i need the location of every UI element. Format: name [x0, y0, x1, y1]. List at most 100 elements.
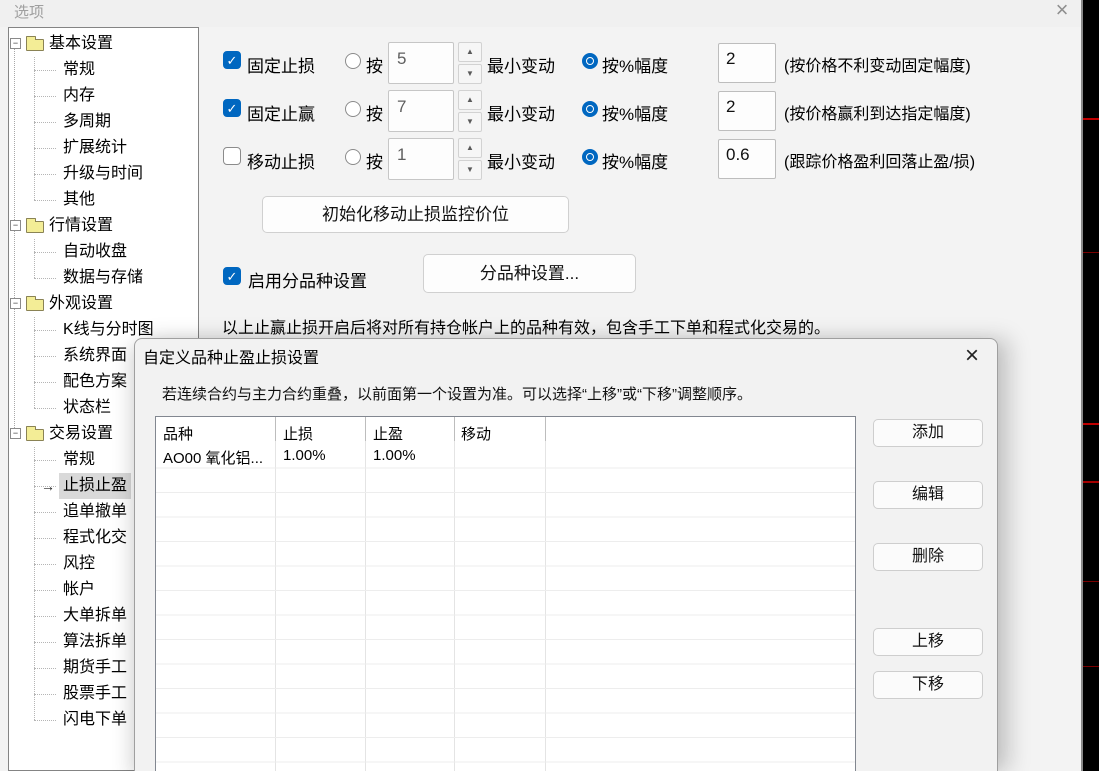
- tree-node-market-settings[interactable]: − 行情设置: [9, 213, 198, 239]
- percent-input[interactable]: 2: [718, 43, 776, 83]
- row-note: (跟踪价格盈利回落止盈/损): [784, 154, 976, 171]
- column-header-symbol[interactable]: 品种: [163, 423, 193, 444]
- tree-label: 大单拆单: [63, 607, 128, 624]
- per-symbol-settings-button[interactable]: 分品种设置...: [423, 254, 636, 293]
- move-down-button[interactable]: 下移: [873, 671, 983, 699]
- background-chart-red-line: [1083, 581, 1099, 582]
- background-chart-red-line: [1083, 118, 1099, 120]
- table-row[interactable]: AO00 氧化铝... 1.00% 1.00%: [156, 444, 855, 468]
- check-icon: ✓: [226, 269, 238, 284]
- folder-icon: [26, 218, 44, 233]
- delete-button[interactable]: 删除: [873, 543, 983, 571]
- tree-label: 数据与存储: [63, 269, 144, 286]
- fixed-takeprofit-label: 固定止赢: [247, 105, 315, 124]
- window-close-icon[interactable]: ×: [1044, 0, 1080, 24]
- points-input[interactable]: 5: [388, 42, 454, 84]
- expander-minus-icon[interactable]: −: [10, 220, 21, 231]
- check-icon: ✓: [226, 101, 238, 116]
- cell-takeprofit: 1.00%: [373, 447, 416, 464]
- spin-up-icon[interactable]: ▲: [458, 42, 482, 62]
- table-grid-lines: [156, 444, 855, 771]
- row-note: (按价格不利变动固定幅度): [784, 58, 971, 75]
- window-title: 选项: [14, 4, 45, 21]
- tree-label: 帐户: [63, 581, 96, 598]
- selected-arrow-icon: →: [41, 478, 55, 494]
- tree-label: 其他: [63, 191, 96, 208]
- fixed-takeprofit-checkbox[interactable]: ✓: [223, 99, 241, 117]
- by-percent-label: 按%幅度: [602, 105, 669, 124]
- by-points-radio[interactable]: [345, 53, 361, 69]
- tree-label: 追单撤单: [63, 503, 128, 520]
- column-header-stoploss[interactable]: 止损: [283, 423, 313, 444]
- spin-down-icon[interactable]: ▼: [458, 160, 482, 180]
- fixed-stoploss-checkbox[interactable]: ✓: [223, 51, 241, 69]
- trailing-stoploss-label: 移动止损: [247, 153, 315, 172]
- tree-item-qita[interactable]: 其他: [9, 187, 198, 213]
- min-change-label: 最小变动: [487, 105, 555, 124]
- column-header-takeprofit[interactable]: 止盈: [373, 423, 403, 444]
- by-percent-radio[interactable]: [582, 53, 598, 69]
- tree-label: 交易设置: [49, 425, 114, 442]
- by-points-radio[interactable]: [345, 149, 361, 165]
- edit-button[interactable]: 编辑: [873, 481, 983, 509]
- background-chart-red-line: [1083, 423, 1099, 425]
- tree-label: 常规: [63, 451, 96, 468]
- tree-label: 程式化交: [63, 529, 128, 546]
- init-trailing-monitor-button[interactable]: 初始化移动止损监控价位: [262, 196, 569, 233]
- fixed-stoploss-row: ✓ 固定止损 按 5 ▲ ▼ 最小变动 按%幅度 2 (按价格不利变动固定幅度): [0, 40, 1080, 89]
- tree-label: 系统界面: [63, 347, 128, 364]
- options-titlebar: 选项 ×: [0, 0, 1081, 27]
- background-chart-red-line: [1083, 481, 1099, 483]
- symbol-settings-table[interactable]: 品种 止损 止盈 移动 AO00 氧化铝... 1.00% 1.00%: [155, 416, 856, 771]
- tree-label: 行情设置: [49, 217, 114, 234]
- trailing-stoploss-checkbox[interactable]: [223, 147, 241, 165]
- points-spinner: ▲ ▼: [458, 42, 482, 84]
- percent-input[interactable]: 2: [718, 91, 776, 131]
- tree-label: 风控: [63, 555, 96, 572]
- background-app-strip: [1083, 0, 1099, 771]
- by-points-label: 按: [366, 105, 383, 124]
- background-chart-red-line: [1083, 252, 1099, 253]
- dialog-title: 自定义品种止盈止损设置: [143, 350, 320, 367]
- tree-item-shujucunchu[interactable]: 数据与存储: [9, 265, 198, 291]
- add-button[interactable]: 添加: [873, 419, 983, 447]
- trailing-stoploss-row: 移动止损 按 1 ▲ ▼ 最小变动 按%幅度 0.6 (跟踪价格盈利回落止盈/损…: [0, 136, 1080, 185]
- by-points-label: 按: [366, 153, 383, 172]
- background-chart-red-line: [1083, 666, 1099, 667]
- spin-down-icon[interactable]: ▼: [458, 64, 482, 84]
- check-icon: ✓: [226, 53, 238, 68]
- tree-label: 止损止盈: [59, 473, 132, 499]
- spin-up-icon[interactable]: ▲: [458, 90, 482, 110]
- enable-per-symbol-label: 启用分品种设置: [248, 272, 367, 291]
- percent-input[interactable]: 0.6: [718, 139, 776, 179]
- cell-stoploss: 1.00%: [283, 447, 326, 464]
- tree-label: 期货手工: [63, 659, 128, 676]
- tree-node-appearance-settings[interactable]: − 外观设置: [9, 291, 198, 317]
- tree-label: 状态栏: [63, 399, 112, 416]
- cell-symbol: AO00 氧化铝...: [163, 450, 264, 467]
- dialog-close-icon[interactable]: ×: [955, 341, 989, 371]
- expander-minus-icon[interactable]: −: [10, 38, 21, 49]
- tree-label: 自动收盘: [63, 243, 128, 260]
- fixed-takeprofit-row: ✓ 固定止赢 按 7 ▲ ▼ 最小变动 按%幅度 2 (按价格赢利到达指定幅度): [0, 88, 1080, 137]
- tree-group-market: − 行情设置 自动收盘 数据与存储: [9, 213, 198, 291]
- points-input[interactable]: 7: [388, 90, 454, 132]
- expander-minus-icon[interactable]: −: [10, 428, 21, 439]
- column-header-trailing[interactable]: 移动: [461, 423, 491, 444]
- by-percent-radio[interactable]: [582, 101, 598, 117]
- spin-up-icon[interactable]: ▲: [458, 138, 482, 158]
- spin-down-icon[interactable]: ▼: [458, 112, 482, 132]
- footer-note: 以上止赢止损开启后将对所有持仓帐户上的品种有效，包含手工下单和程式化交易的。: [222, 320, 831, 337]
- move-up-button[interactable]: 上移: [873, 628, 983, 656]
- enable-per-symbol-checkbox[interactable]: ✓: [223, 267, 241, 285]
- tree-label: 闪电下单: [63, 711, 128, 728]
- by-percent-radio[interactable]: [582, 149, 598, 165]
- expander-minus-icon[interactable]: −: [10, 298, 21, 309]
- tree-item-zidongshoupan[interactable]: 自动收盘: [9, 239, 198, 265]
- min-change-label: 最小变动: [487, 153, 555, 172]
- tree-label: 外观设置: [49, 295, 114, 312]
- by-points-radio[interactable]: [345, 101, 361, 117]
- row-note: (按价格赢利到达指定幅度): [784, 106, 971, 123]
- fixed-stoploss-label: 固定止损: [247, 57, 315, 76]
- points-input[interactable]: 1: [388, 138, 454, 180]
